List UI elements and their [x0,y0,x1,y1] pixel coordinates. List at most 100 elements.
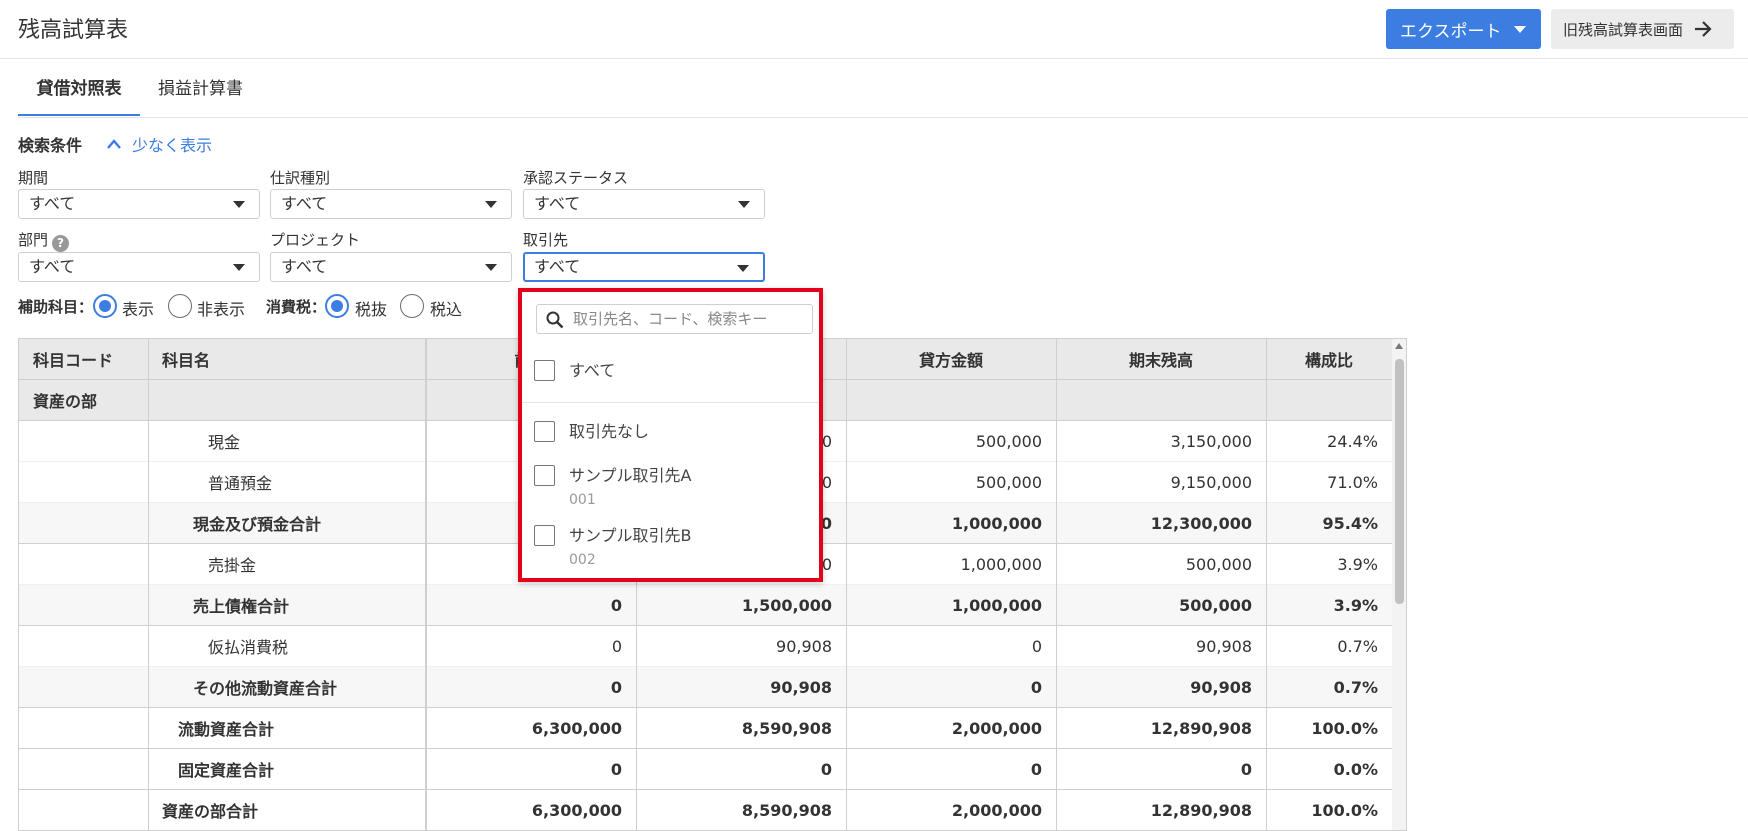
cell-credit: 1,000,000 [951,513,1042,533]
cell-balance: 12,890,908 [1150,800,1252,820]
partner-option-all[interactable]: すべて [534,360,615,382]
cell-prev: 6,300,000 [531,800,622,820]
cell-ratio: 0.7% [1333,677,1378,697]
option-label: 取引先なし [569,422,650,441]
department-select[interactable]: すべて [18,252,260,282]
dropdown-divider [522,402,819,403]
cell-prev: 0 [610,677,622,697]
cell-debit: 8,590,908 [741,718,832,738]
search-icon [546,311,564,329]
cell-balance: 500,000 [1185,554,1252,574]
approval-status-select[interactable]: すべて [523,189,765,219]
caret-down-icon [738,201,750,208]
column-divider [1056,339,1057,830]
cell-balance: 500,000 [1179,595,1252,615]
journal-type-select[interactable]: すべて [270,189,512,219]
table-row: 資産の部合計 6,300,000 8,590,908 2,000,000 12,890,… [19,790,1392,830]
option-name: サンプル取引先A [569,466,692,485]
cell-balance: 90,908 [1190,677,1252,697]
period-label: 期間 [18,169,49,187]
sub-account-hide-radio[interactable] [168,294,192,318]
tax-included-label: 税込 [430,300,463,319]
scroll-thumb[interactable] [1395,359,1404,604]
table-row: 固定資産合計 0 0 0 0 0.0% [19,749,1392,790]
old-trial-balance-button[interactable]: 旧残高試算表画面 [1551,9,1734,49]
cell-code [19,544,148,584]
cell-code [19,462,148,502]
cell-ratio: 100.0% [1311,800,1378,820]
cell-code [19,708,148,748]
period-select[interactable]: すべて [18,189,260,219]
partner-search-input[interactable]: 取引先名、コード、検索キー [536,304,813,334]
partner-select[interactable]: すべて [523,252,765,282]
project-value: すべて [281,257,328,276]
option-label: サンプル取引先A 001 [569,465,691,511]
cell-name: 現金 [208,433,241,452]
caret-down-icon [485,201,497,208]
table-scrollbar[interactable] [1392,339,1406,830]
cell-credit: 貸方金額 [846,339,1056,379]
approval-status-label: 承認ステータス [523,169,629,187]
partner-value: すべて [534,257,581,276]
export-button[interactable]: エクスポート [1386,9,1541,49]
cell-code: 資産の部 [33,392,98,411]
option-label: サンプル取引先B 002 [569,525,692,571]
cell-ratio: 71.0% [1327,472,1378,492]
tax-label: 消費税： [266,298,327,316]
chevron-up-icon [107,139,121,149]
sub-account-hide-label: 非表示 [197,300,246,319]
scroll-up-icon[interactable] [1395,343,1403,349]
sub-account-show-label: 表示 [122,300,155,319]
cell-credit: 0 [1030,759,1042,779]
tax-excluded-radio[interactable] [325,294,349,318]
caret-down-icon [737,265,749,272]
cell-code [19,626,148,666]
cell-prev: 0 [610,595,622,615]
cell-debit: 1,500,000 [741,595,832,615]
cell-name: 普通預金 [208,474,273,493]
tab-balance-sheet[interactable]: 貸借対照表 [18,74,140,116]
cell-credit: 0 [1030,677,1042,697]
arrow-right-icon [1695,21,1712,37]
project-select[interactable]: すべて [270,252,512,282]
column-divider [425,339,427,830]
table-row: 売上債権合計 0 1,500,000 1,000,000 500,000 3.9% [19,585,1392,626]
tax-included-radio[interactable] [400,294,424,318]
cell-code [19,503,148,543]
sub-account-label: 補助科目： [18,298,94,316]
partner-option-a[interactable]: サンプル取引先A 001 [534,465,691,511]
show-less-toggle[interactable]: 少なく表示 [106,132,212,156]
cell-ratio: 100.0% [1311,718,1378,738]
cell-code [19,421,148,461]
column-divider [846,339,847,830]
table-row: 仮払消費税 0 90,908 0 90,908 0.7% [19,626,1392,667]
cell-ratio: 3.9% [1337,554,1378,574]
cell-ratio: 0.0% [1333,759,1378,779]
department-label-wrap: 部門? [18,229,70,252]
cell-code [19,667,148,707]
partner-search-placeholder: 取引先名、コード、検索キー [573,310,768,328]
cell-ratio: 0.7% [1337,636,1378,656]
cell-ratio: 24.4% [1327,431,1378,451]
help-icon[interactable]: ? [52,234,70,252]
cell-prev: 6,300,000 [531,718,622,738]
partner-option-b[interactable]: サンプル取引先B 002 [534,525,692,571]
cell-credit: 0 [1031,636,1042,656]
checkbox[interactable] [534,421,555,442]
cell-name: 流動資産合計 [178,720,275,739]
cell-ratio: 3.9% [1333,595,1378,615]
checkbox[interactable] [534,525,555,546]
cell-credit: 500,000 [975,472,1042,492]
caret-down-icon [485,264,497,271]
option-code: 001 [569,492,596,508]
checkbox[interactable] [534,360,555,381]
sub-account-show-radio[interactable] [93,294,117,318]
search-conditions-title: 検索条件 [18,136,83,155]
cell-name: その他流動資産合計 [193,679,338,698]
tabs-divider [18,117,1748,118]
cell-debit: 90,908 [770,677,832,697]
partner-label: 取引先 [523,231,569,249]
checkbox[interactable] [534,465,555,486]
tab-profit-loss[interactable]: 損益計算書 [158,74,243,116]
partner-option-none[interactable]: 取引先なし [534,421,649,443]
